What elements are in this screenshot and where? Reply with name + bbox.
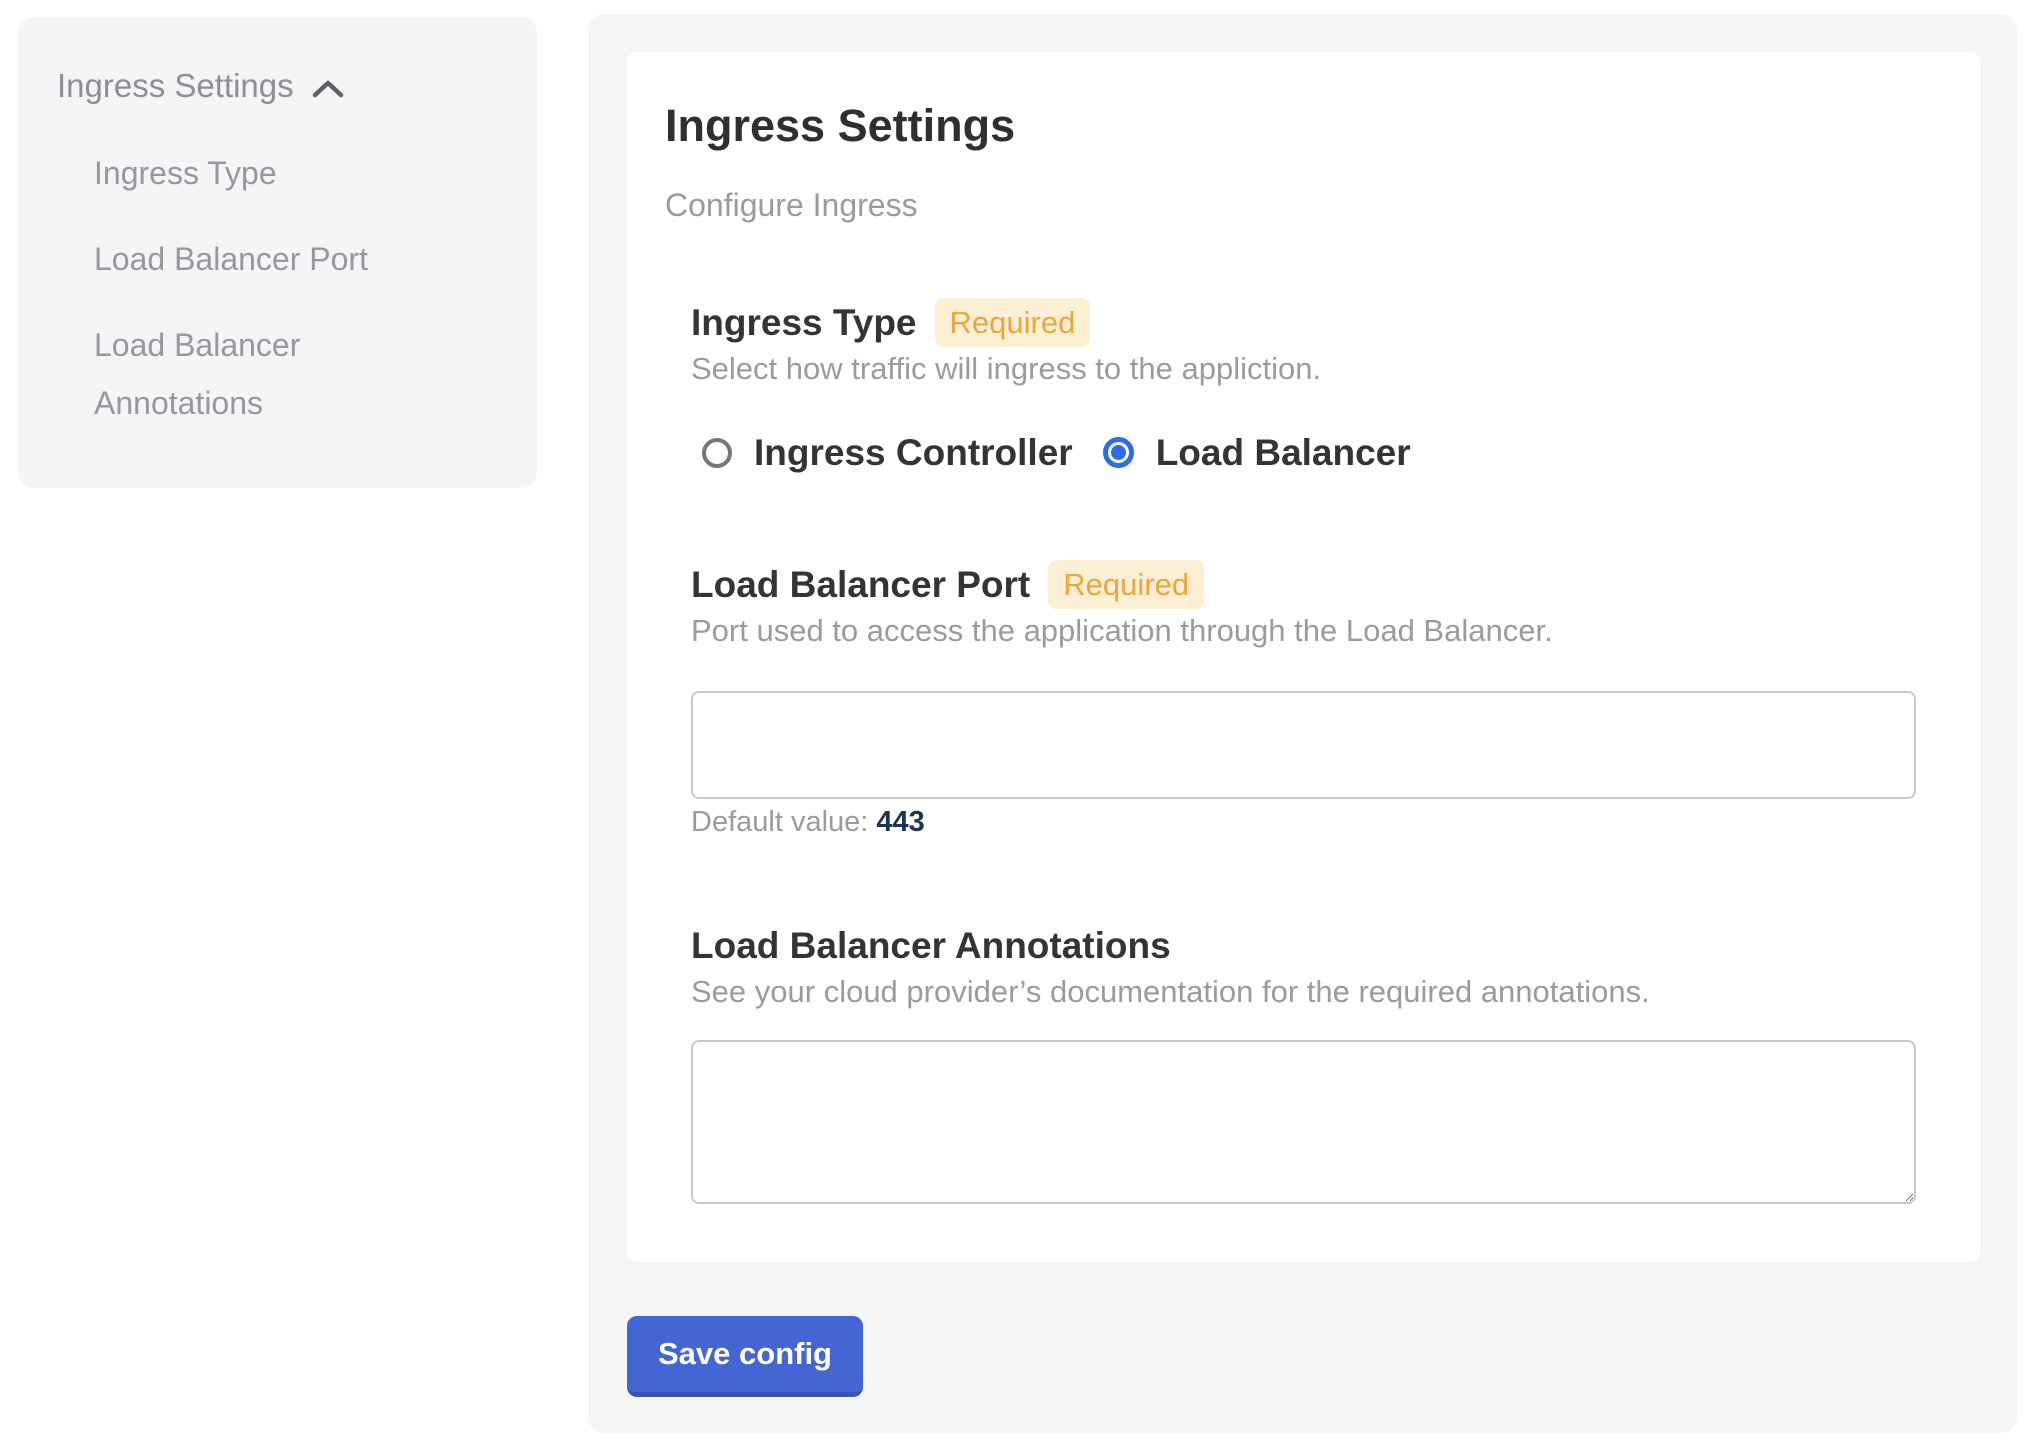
radio-option-ingress-controller[interactable]: Ingress Controller (702, 434, 1073, 471)
field-ingress-type-help: Select how traffic will ingress to the a… (691, 351, 1916, 387)
sidebar-group-label[interactable]: Ingress Settings (57, 67, 294, 105)
field-ingress-type-head: Ingress Type Required (691, 298, 1916, 347)
save-config-button[interactable]: Save config (627, 1316, 863, 1397)
field-load-balancer-port: Load Balancer Port Required Port used to… (691, 560, 1916, 839)
config-panel: Ingress Settings Configure Ingress Ingre… (588, 14, 2017, 1433)
field-load-balancer-port-head: Load Balancer Port Required (691, 560, 1916, 609)
radio-ingress-controller[interactable] (702, 438, 732, 468)
chevron-up-icon[interactable] (312, 79, 344, 99)
required-badge: Required (1048, 560, 1204, 609)
required-badge: Required (935, 298, 1091, 347)
default-value-hint: Default value: 443 (691, 806, 1916, 839)
sidebar-item-ingress-type[interactable]: Ingress Type (94, 144, 437, 202)
field-load-balancer-annotations: Load Balancer Annotations See your cloud… (691, 921, 1916, 1204)
radio-load-balancer-label[interactable]: Load Balancer (1156, 434, 1411, 471)
sidebar-item-load-balancer-port[interactable]: Load Balancer Port (94, 230, 437, 288)
default-value-label: Default value: (691, 806, 868, 838)
radio-option-load-balancer[interactable]: Load Balancer (1103, 434, 1411, 471)
load-balancer-port-input[interactable] (691, 691, 1916, 799)
page-subtitle: Configure Ingress (665, 187, 1916, 224)
sidebar-item-load-balancer-annotations[interactable]: Load Balancer Annotations (94, 316, 437, 432)
field-load-balancer-annotations-label: Load Balancer Annotations (691, 921, 1171, 970)
field-ingress-type: Ingress Type Required Select how traffic… (691, 298, 1916, 472)
field-load-balancer-annotations-head: Load Balancer Annotations (691, 921, 1916, 970)
config-card: Ingress Settings Configure Ingress Ingre… (627, 52, 1980, 1262)
load-balancer-annotations-textarea[interactable] (691, 1040, 1916, 1204)
field-load-balancer-annotations-help: See your cloud provider’s documentation … (691, 974, 1916, 1010)
sidebar-group-header[interactable]: Ingress Settings (57, 67, 507, 105)
field-ingress-type-label: Ingress Type (691, 298, 917, 347)
field-load-balancer-port-help: Port used to access the application thro… (691, 613, 1916, 649)
field-load-balancer-port-label: Load Balancer Port (691, 560, 1030, 609)
ingress-type-options: Ingress Controller Load Balancer (691, 434, 1916, 471)
default-value-number: 443 (876, 806, 924, 838)
sidebar-items: Ingress Type Load Balancer Port Load Bal… (57, 144, 507, 432)
radio-load-balancer[interactable] (1103, 437, 1134, 468)
page-title: Ingress Settings (665, 100, 1916, 152)
config-nav-sidebar: Ingress Settings Ingress Type Load Balan… (18, 17, 537, 488)
radio-ingress-controller-label[interactable]: Ingress Controller (754, 434, 1073, 471)
